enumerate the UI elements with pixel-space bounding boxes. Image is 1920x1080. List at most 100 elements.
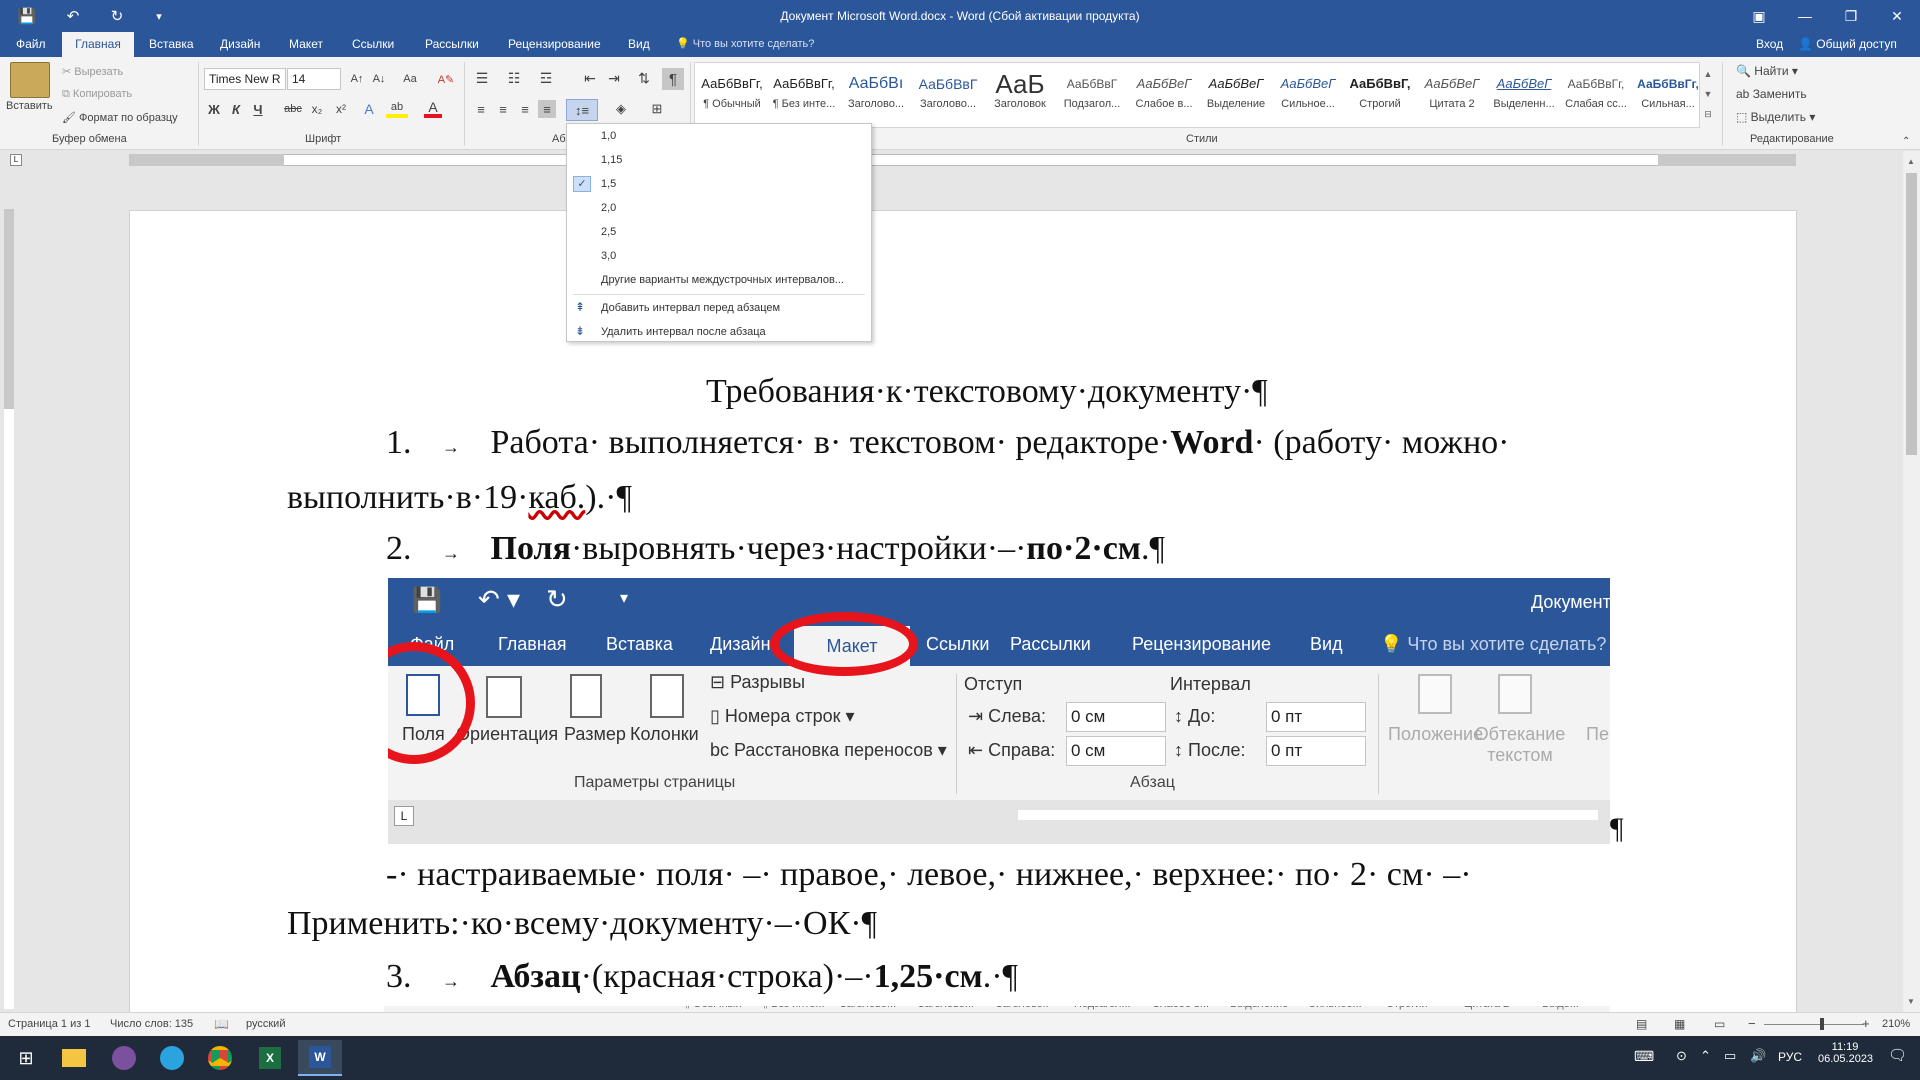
- tab-insert[interactable]: Вставка: [145, 32, 198, 57]
- justify-icon[interactable]: ≡: [538, 100, 556, 118]
- style-item[interactable]: АаБбВвГг, ¶ Обычный: [696, 70, 768, 125]
- word-taskbar-icon[interactable]: W: [298, 1040, 342, 1076]
- read-mode-icon[interactable]: ▤: [1636, 1017, 1647, 1031]
- tell-me-box[interactable]: 💡 Что вы хотите сделать?: [676, 32, 814, 57]
- select-button[interactable]: ⬚ Выделить ▾: [1736, 110, 1815, 124]
- maximize-button[interactable]: ❐: [1828, 0, 1874, 32]
- find-button[interactable]: 🔍 Найти ▾: [1736, 64, 1798, 78]
- file-explorer-icon[interactable]: [52, 1040, 96, 1076]
- sort-icon[interactable]: ⇅: [634, 68, 654, 88]
- people-icon[interactable]: ⊙: [1676, 1048, 1687, 1064]
- style-item[interactable]: АаБбВеГ Цитата 2: [1416, 70, 1488, 125]
- tab-review[interactable]: Рецензирование: [504, 32, 605, 57]
- style-item[interactable]: АаБбВı Заголово...: [840, 70, 912, 125]
- line-spacing-button[interactable]: ↕≡: [566, 99, 598, 121]
- redo-icon[interactable]: ↻: [100, 0, 134, 32]
- ribbon-options-icon[interactable]: ▣: [1736, 0, 1782, 32]
- spacing-option-1-5[interactable]: 1,5: [567, 172, 871, 196]
- format-painter-button[interactable]: 🖌 Формат по образцу: [62, 111, 178, 124]
- telegram-icon[interactable]: [150, 1040, 194, 1076]
- text-effects-icon[interactable]: A: [360, 100, 378, 118]
- close-button[interactable]: ✕: [1874, 0, 1920, 32]
- align-left-icon[interactable]: ≡: [472, 100, 490, 118]
- paragraph-2[interactable]: 2. → Поля·выровнять·через·настройки·–·по…: [386, 530, 1165, 568]
- spacing-option-2-0[interactable]: 2,0: [567, 196, 871, 220]
- scroll-thumb[interactable]: [1906, 173, 1917, 455]
- paste-icon[interactable]: [10, 62, 50, 98]
- subscript-button[interactable]: x₂: [308, 100, 326, 118]
- borders-icon[interactable]: ⊞: [646, 100, 668, 118]
- keyboard-icon[interactable]: ⌨: [1634, 1048, 1654, 1065]
- scroll-down-icon[interactable]: ▼: [1907, 997, 1915, 1006]
- style-item[interactable]: АаБбВеГ Выделение: [1200, 70, 1272, 125]
- word-count[interactable]: Число слов: 135: [110, 1018, 193, 1030]
- undo-icon[interactable]: ↶: [56, 0, 90, 32]
- viber-icon[interactable]: [102, 1040, 146, 1076]
- italic-button[interactable]: К: [228, 100, 244, 118]
- tab-layout[interactable]: Макет: [285, 32, 327, 57]
- input-language[interactable]: РУС: [1778, 1050, 1802, 1064]
- paragraph-1[interactable]: 1. → Работа· выполняется· в· текстовом· …: [386, 424, 1648, 462]
- cut-button[interactable]: ✂ Вырезать: [62, 65, 123, 78]
- volume-icon[interactable]: 🔊: [1750, 1048, 1766, 1064]
- grow-font-icon[interactable]: A↑: [348, 70, 366, 88]
- scroll-up-icon[interactable]: ▲: [1907, 157, 1915, 166]
- font-color-icon[interactable]: A: [424, 99, 442, 118]
- customize-qat-icon[interactable]: ▾: [146, 0, 172, 32]
- bullets-icon[interactable]: ☰: [472, 68, 492, 88]
- numbering-icon[interactable]: ☷: [504, 68, 524, 88]
- print-layout-icon[interactable]: ▦: [1674, 1017, 1685, 1031]
- style-item[interactable]: АаБбВвГ Заголово...: [912, 70, 984, 125]
- paragraph-3[interactable]: -· настраиваемые· поля· –· правое,· лево…: [386, 856, 1648, 894]
- more-spacing-options[interactable]: Другие варианты междустрочных интервалов…: [567, 268, 871, 292]
- style-item[interactable]: АаБ Заголовок: [984, 70, 1056, 125]
- collapse-ribbon-icon[interactable]: ⌃: [1902, 136, 1910, 147]
- zoom-in-icon[interactable]: +: [1862, 1016, 1870, 1031]
- tab-references[interactable]: Ссылки: [348, 32, 398, 57]
- minimize-button[interactable]: —: [1782, 0, 1828, 32]
- tab-view[interactable]: Вид: [624, 32, 654, 57]
- horizontal-ruler[interactable]: L: [0, 151, 1903, 169]
- share-button[interactable]: 👤 Общий доступ: [1798, 32, 1897, 57]
- strikethrough-button[interactable]: abc: [282, 100, 304, 118]
- paragraph-1-line-2[interactable]: выполнить·в·19·каб.).·¶: [287, 479, 632, 517]
- tray-chevron-icon[interactable]: ⌃: [1700, 1048, 1711, 1064]
- zoom-out-icon[interactable]: −: [1748, 1016, 1756, 1031]
- paragraph-4[interactable]: 3. → Абзац·(красная·строка)·–·1,25·см.·¶: [386, 958, 1018, 996]
- zoom-thumb[interactable]: [1820, 1018, 1824, 1030]
- paragraph-3-line-2[interactable]: Применить:·ко·всему·документу·–·ОК·¶: [287, 905, 877, 943]
- spacing-option-3-0[interactable]: 3,0: [567, 244, 871, 268]
- font-name-select[interactable]: Times New R: [204, 68, 286, 90]
- zoom-level[interactable]: 210%: [1882, 1018, 1910, 1030]
- style-item[interactable]: АаБбВвГ Подзагол...: [1056, 70, 1128, 125]
- tab-mailings[interactable]: Рассылки: [421, 32, 483, 57]
- styles-scroll[interactable]: ▲ ▼ ⊟: [1702, 64, 1714, 126]
- font-size-select[interactable]: 14: [287, 68, 341, 90]
- tab-file[interactable]: Файл: [12, 32, 50, 57]
- style-item[interactable]: АаБбВеГ Сильное...: [1272, 70, 1344, 125]
- excel-icon[interactable]: X: [248, 1040, 292, 1076]
- clock[interactable]: 11:19 06.05.2023: [1818, 1041, 1873, 1065]
- increase-indent-icon[interactable]: ⇥: [604, 68, 624, 88]
- clear-format-icon[interactable]: A✎: [436, 70, 456, 88]
- spacing-option-1-0[interactable]: 1,0: [567, 124, 871, 148]
- signin-link[interactable]: Вход: [1756, 32, 1783, 57]
- superscript-button[interactable]: x²: [332, 100, 350, 118]
- remove-space-after[interactable]: Удалить интервал после абзаца: [567, 320, 871, 344]
- proofing-icon[interactable]: 📖: [214, 1017, 229, 1031]
- paste-button[interactable]: Вставить: [6, 100, 53, 112]
- highlight-color-icon[interactable]: ab: [386, 100, 408, 118]
- save-icon[interactable]: 💾: [10, 0, 44, 32]
- align-center-icon[interactable]: ≡: [494, 100, 512, 118]
- align-right-icon[interactable]: ≡: [516, 100, 534, 118]
- replace-button[interactable]: ab Заменить: [1736, 87, 1807, 101]
- zoom-slider[interactable]: [1764, 1024, 1864, 1025]
- add-space-before[interactable]: Добавить интервал перед абзацем: [567, 296, 871, 320]
- style-item[interactable]: АаБбВеГ Выделенн...: [1488, 70, 1560, 125]
- show-marks-icon[interactable]: ¶: [662, 68, 684, 90]
- language[interactable]: русский: [246, 1018, 285, 1030]
- doc-heading[interactable]: Требования·к·текстовому·документу·¶: [706, 373, 1268, 411]
- embedded-screenshot[interactable]: 💾 ↶ ▾ ↻ ▾ Документ Файл Главная Вставка …: [388, 578, 1610, 844]
- notifications-icon[interactable]: 🗨: [1888, 1046, 1907, 1064]
- underline-button[interactable]: Ч: [250, 100, 266, 118]
